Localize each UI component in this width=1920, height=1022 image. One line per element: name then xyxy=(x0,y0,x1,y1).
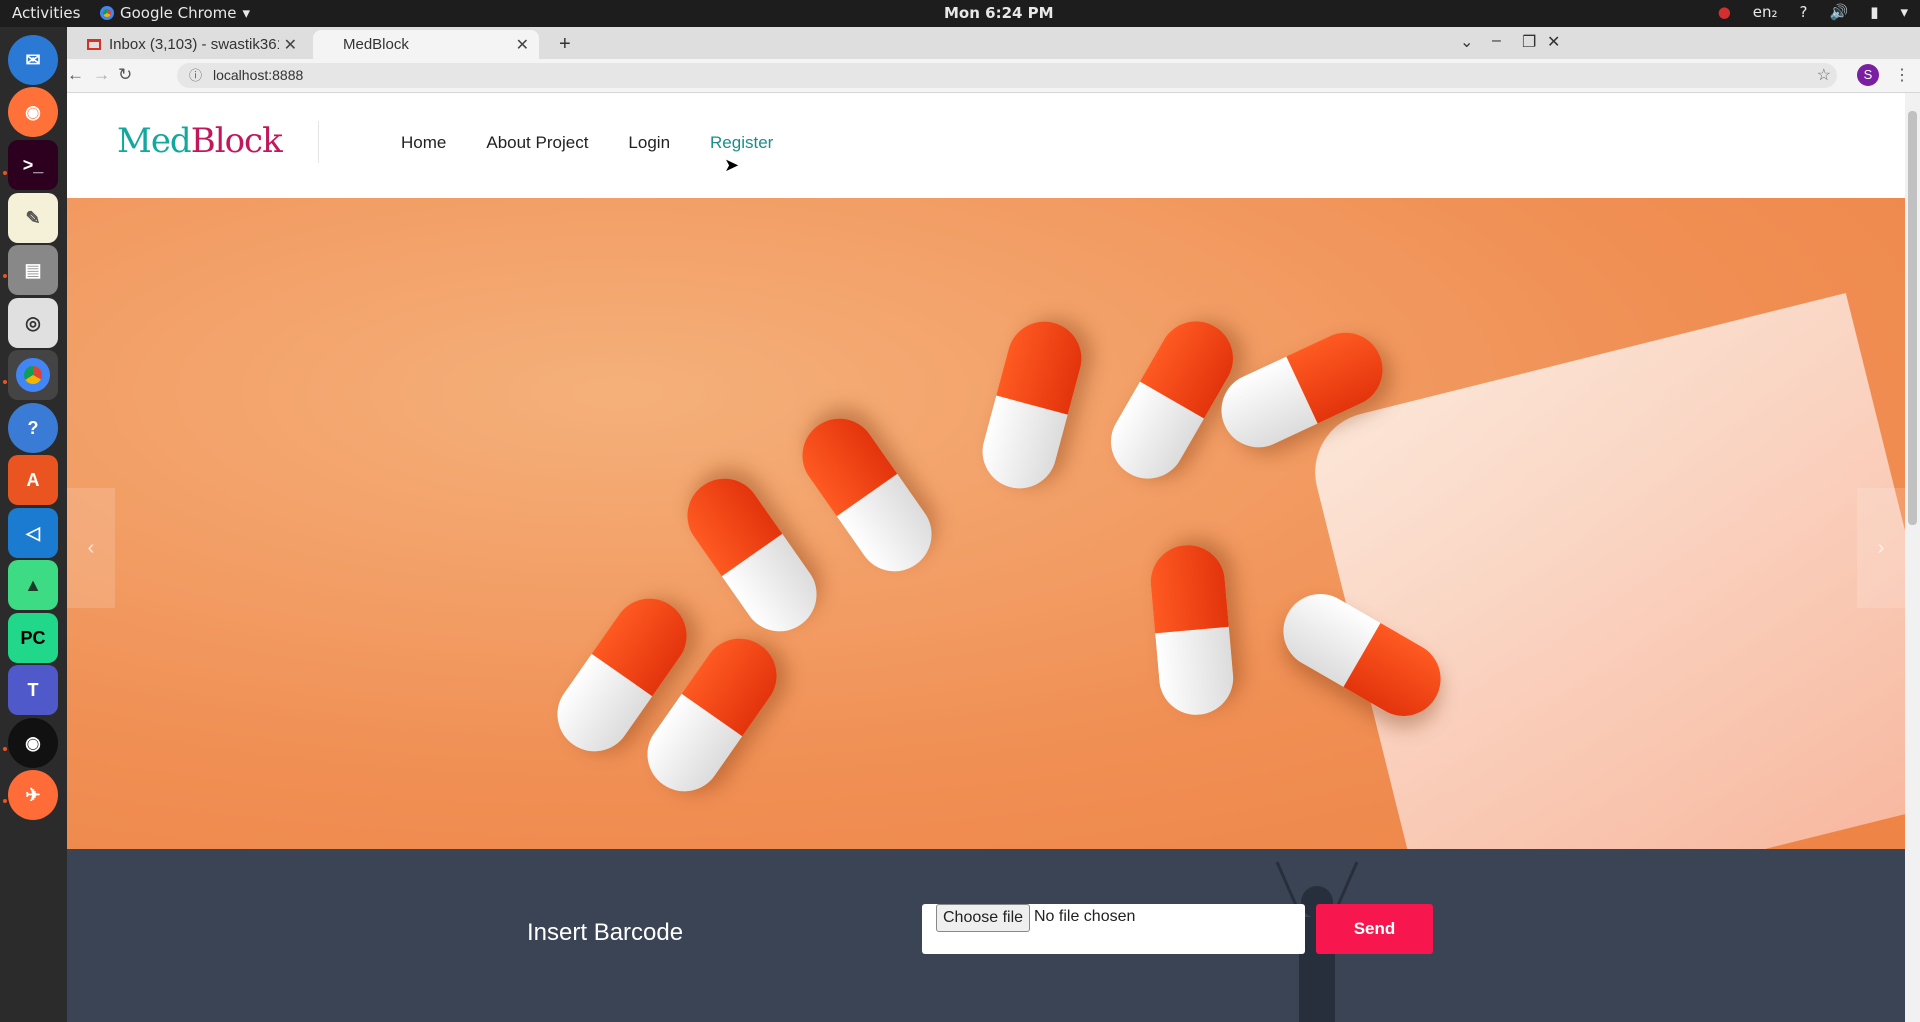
close-icon[interactable]: ✕ xyxy=(284,35,297,55)
menu-icon[interactable]: ⋮ xyxy=(1894,65,1910,85)
vscode-icon[interactable]: ◁ xyxy=(8,508,58,558)
battery-icon[interactable]: ▮ xyxy=(1870,3,1878,21)
bookmark-star-icon[interactable]: ☆ xyxy=(1817,63,1831,88)
software-center-icon[interactable]: A xyxy=(8,455,58,505)
close-icon[interactable]: ✕ xyxy=(516,35,529,55)
logo-text-med: Med xyxy=(117,121,192,161)
reload-icon[interactable]: ↻ xyxy=(118,65,132,85)
main-nav: Home About Project Login Register xyxy=(401,133,773,153)
barcode-section: Insert Barcode Choose file No file chose… xyxy=(67,849,1905,1022)
teams-icon[interactable]: T xyxy=(8,665,58,715)
carousel-prev-button[interactable]: ‹ xyxy=(67,488,115,608)
terminal-icon[interactable]: >_ xyxy=(8,140,58,190)
close-window-icon[interactable]: ✕ xyxy=(1547,32,1560,52)
barcode-label: Insert Barcode xyxy=(527,919,684,946)
logo-text-block: Block xyxy=(190,121,283,161)
help-icon[interactable]: ? xyxy=(8,403,58,453)
volume-icon[interactable]: 🔊 xyxy=(1830,3,1849,21)
site-info-icon[interactable]: ⓘ xyxy=(189,63,202,88)
chevron-down-icon[interactable]: ▾ xyxy=(1900,3,1908,21)
browser-toolbar: ← → ↻ ⓘ localhost:8888 ☆ S ⋮ xyxy=(67,59,1920,93)
tab-title: MedBlock xyxy=(343,36,409,53)
pill-bottle-image xyxy=(1302,292,1905,849)
thunderbird-icon[interactable]: ✉ xyxy=(8,35,58,85)
android-studio-icon[interactable]: ▲ xyxy=(8,560,58,610)
send-button[interactable]: Send xyxy=(1316,904,1433,954)
mouse-cursor-icon: ➤ xyxy=(724,155,740,175)
capsule-image xyxy=(1147,542,1237,718)
page-scrollbar[interactable] xyxy=(1905,93,1920,1022)
firefox-icon[interactable]: ◉ xyxy=(8,87,58,137)
chrome-icon xyxy=(100,6,114,20)
webcam-icon[interactable]: ◉ xyxy=(8,718,58,768)
dock: ✉ ◉ >_ ✎ ▤ ◎ ? A ◁ ▲ PC T ◉ ✈ xyxy=(0,27,67,1022)
barcode-file-input[interactable]: Choose file No file chosen xyxy=(922,904,1305,954)
rhythmbox-icon[interactable]: ◎ xyxy=(8,298,58,348)
scrollbar-thumb[interactable] xyxy=(1908,111,1917,525)
system-tray[interactable]: ● en₂ ? 🔊 ▮ ▾ xyxy=(1718,3,1908,21)
nav-register[interactable]: Register xyxy=(710,133,773,153)
restore-icon[interactable]: ❐ xyxy=(1522,32,1536,52)
record-icon[interactable]: ● xyxy=(1718,3,1731,21)
page-viewport: MedBlock Home About Project Login Regist… xyxy=(67,93,1920,1022)
site-header: MedBlock Home About Project Login Regist… xyxy=(67,93,1905,198)
tab-title: Inbox (3,103) - swastik361 xyxy=(109,36,279,53)
activities-button[interactable]: Activities xyxy=(12,4,80,22)
file-status-text: No file chosen xyxy=(1034,908,1136,925)
keyboard-layout[interactable]: en₂ xyxy=(1753,3,1778,21)
postman-icon[interactable]: ✈ xyxy=(8,770,58,820)
capsule-image xyxy=(672,464,832,646)
nav-home[interactable]: Home xyxy=(401,133,446,153)
app-menu-label: Google Chrome xyxy=(120,4,237,22)
capsule-image xyxy=(974,313,1090,497)
browser-window: Inbox (3,103) - swastik361 ✕ MedBlock ✕ … xyxy=(67,27,1920,1022)
tab-search-icon[interactable]: ⌄ xyxy=(1460,32,1473,52)
text-editor-icon[interactable]: ✎ xyxy=(8,193,58,243)
tab-medblock[interactable]: MedBlock ✕ xyxy=(313,30,539,59)
forward-icon[interactable]: → xyxy=(93,65,110,85)
nav-about-project[interactable]: About Project xyxy=(486,133,588,153)
hero-carousel: ‹ › xyxy=(67,198,1905,849)
help-icon[interactable]: ? xyxy=(1800,3,1808,21)
chevron-down-icon: ▾ xyxy=(242,4,251,22)
chrome-dock-icon[interactable] xyxy=(8,350,58,400)
nav-login[interactable]: Login xyxy=(628,133,670,153)
new-tab-button[interactable]: + xyxy=(559,33,571,56)
back-icon[interactable]: ← xyxy=(67,65,84,85)
choose-file-button[interactable]: Choose file xyxy=(936,904,1031,932)
app-menu[interactable]: Google Chrome ▾ xyxy=(100,4,250,22)
pycharm-icon[interactable]: PC xyxy=(8,613,58,663)
gmail-icon xyxy=(87,39,101,50)
minimize-icon[interactable]: – xyxy=(1492,32,1501,50)
address-bar[interactable]: ⓘ localhost:8888 ☆ xyxy=(177,63,1837,88)
tab-inbox[interactable]: Inbox (3,103) - swastik361 ✕ xyxy=(75,30,307,59)
clock[interactable]: Mon 6:24 PM xyxy=(944,4,1054,22)
profile-avatar[interactable]: S xyxy=(1857,64,1879,86)
capsule-image xyxy=(787,404,947,586)
carousel-next-button[interactable]: › xyxy=(1857,488,1905,608)
header-divider xyxy=(318,121,319,163)
tab-strip: Inbox (3,103) - swastik361 ✕ MedBlock ✕ … xyxy=(67,27,1920,59)
files-icon[interactable]: ▤ xyxy=(8,245,58,295)
system-top-bar: Activities Google Chrome ▾ Mon 6:24 PM ●… xyxy=(0,0,1920,27)
site-logo[interactable]: MedBlock xyxy=(117,121,283,161)
url-text: localhost:8888 xyxy=(213,67,304,83)
